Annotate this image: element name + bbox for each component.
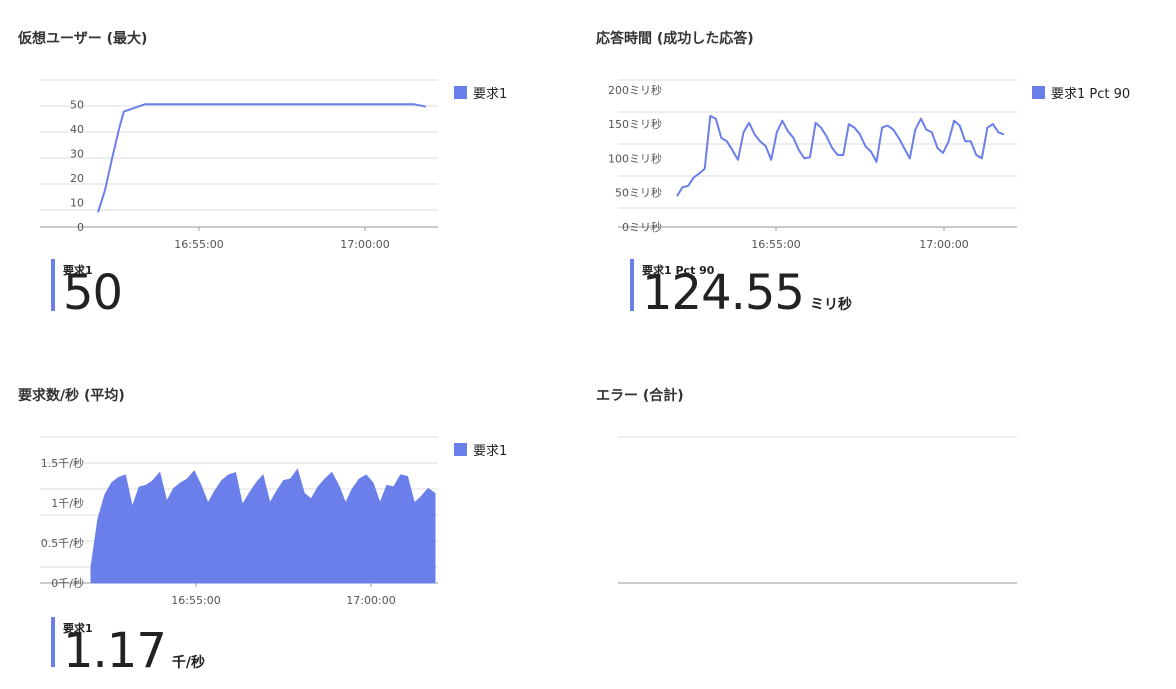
- y-tick-label: 150ミリ秒: [608, 117, 662, 131]
- stat-value: 124.55: [642, 265, 805, 321]
- legend-label: 要求1 Pct 90: [1051, 87, 1131, 102]
- legend-swatch: [1032, 86, 1045, 99]
- panel-errors: エラー (合計): [580, 357, 1150, 687]
- x-tick-label: 17:00:00: [346, 594, 395, 607]
- stat-unit: ミリ秒: [809, 297, 852, 313]
- x-tick-label: 17:00:00: [919, 238, 968, 251]
- stat-summary: 要求1 1.17 千/秒: [51, 617, 271, 675]
- response-time-chart-svg: 0ミリ秒 50ミリ秒 100ミリ秒 150ミリ秒 200ミリ秒 16:55:00 17:00…: [608, 79, 1017, 251]
- legend-label: 要求1: [473, 87, 508, 102]
- y-tick-label: 50: [70, 98, 84, 111]
- legend-swatch: [454, 443, 467, 456]
- x-tick-label: 16:55:00: [174, 238, 223, 251]
- y-tick-label: 20: [70, 172, 84, 185]
- stat-summary: 要求1 Pct 90 124.55 ミリ秒: [630, 259, 890, 317]
- requests-per-sec-chart-svg: 0千/秒 0.5千/秒 1千/秒 1.5千/秒 16:55:00 17:00:00: [40, 436, 438, 607]
- y-tick-label: 100ミリ秒: [608, 151, 662, 165]
- y-tick-label: 0千/秒: [51, 576, 84, 590]
- stat-row: 1.17 千/秒: [63, 627, 205, 675]
- y-tick-label: 1.5千/秒: [41, 456, 84, 470]
- legend-swatch: [454, 86, 467, 99]
- legend-label: 要求1: [473, 444, 508, 459]
- panel-requests-per-sec: 要求数/秒 (平均) 0千/秒 0.5千/秒 1千/秒 1.5千/秒 16:55:00 1…: [0, 357, 570, 687]
- y-tick-label: 0: [77, 221, 84, 234]
- chart-legend[interactable]: 要求1: [454, 440, 507, 459]
- stat-unit: 千/秒: [171, 655, 205, 671]
- stat-row: 124.55 ミリ秒: [642, 269, 852, 317]
- series-line: [676, 114, 1005, 197]
- stat-value: 50: [63, 265, 123, 321]
- y-tick-label: 10: [70, 196, 84, 209]
- errors-chart-svg: [618, 436, 1017, 584]
- y-tick-label: 30: [70, 147, 84, 160]
- y-tick-label: 1千/秒: [51, 496, 84, 510]
- stat-row: 50: [63, 269, 128, 317]
- chart-legend[interactable]: 要求1: [454, 83, 507, 102]
- y-tick-label: 200ミリ秒: [608, 83, 662, 97]
- stat-bar: [51, 259, 55, 311]
- y-tick-label: 0.5千/秒: [41, 536, 84, 550]
- x-tick-label: 16:55:00: [751, 238, 800, 251]
- stat-bar: [51, 617, 55, 667]
- x-tick-label: 16:55:00: [171, 594, 220, 607]
- panel-virtual-users: 仮想ユーザー (最大) 0 10 20 30 40 50 16:55:00 17:00:00 …: [0, 0, 570, 330]
- y-tick-label: 50ミリ秒: [615, 186, 662, 200]
- y-tick-label: 0ミリ秒: [622, 220, 662, 234]
- x-tick-label: 17:00:00: [340, 238, 389, 251]
- chart-legend[interactable]: 要求1 Pct 90: [1032, 83, 1130, 102]
- virtual-users-chart-svg: 0 10 20 30 40 50 16:55:00 17:00:00: [40, 79, 438, 251]
- series-area: [90, 468, 436, 584]
- stat-value: 1.17: [63, 623, 167, 679]
- stat-bar: [630, 259, 634, 311]
- y-tick-label: 40: [70, 123, 84, 136]
- stat-summary: 要求1 50: [51, 259, 251, 317]
- panel-response-time: 応答時間 (成功した応答) 0ミリ秒 50ミリ秒 100ミリ秒 150ミリ秒 200ミリ…: [580, 0, 1150, 330]
